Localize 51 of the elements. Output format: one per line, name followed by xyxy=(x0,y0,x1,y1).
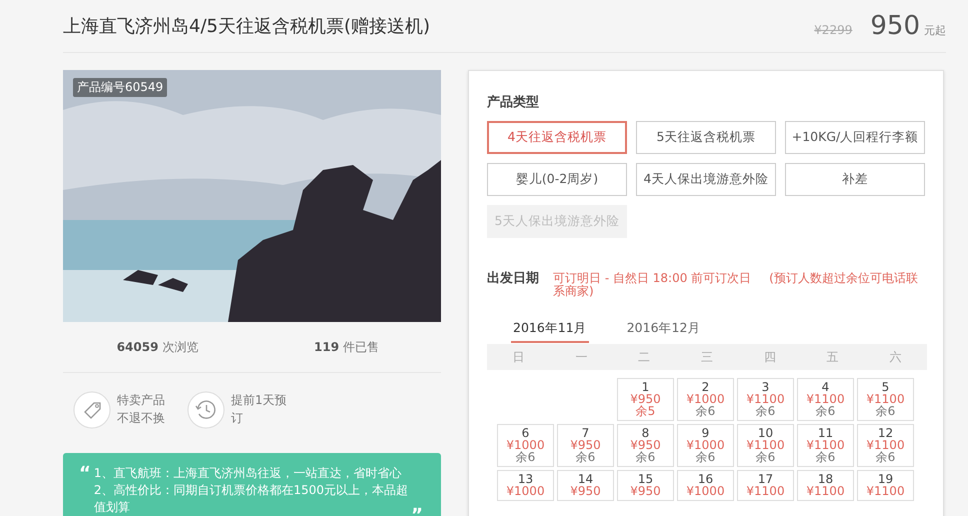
weekday-label: 二 xyxy=(637,348,652,366)
calendar-day[interactable]: 3 ¥1100 余6 xyxy=(737,378,794,421)
price: 950 xyxy=(870,11,920,41)
weekday-label: 四 xyxy=(762,348,777,366)
weekday-label: 三 xyxy=(700,348,714,366)
feature-text: 特卖产品 不退不换 xyxy=(117,392,165,427)
section-label: 出发日期 xyxy=(487,272,539,285)
clock-icon xyxy=(187,391,225,429)
calendar-day[interactable]: 18 ¥1100 xyxy=(797,470,854,501)
calendar-day[interactable]: 12 ¥1100 余6 xyxy=(857,424,914,467)
calendar-day[interactable]: 16 ¥1000 xyxy=(677,470,734,501)
calendar-day[interactable]: 2 ¥1000 余6 xyxy=(677,378,734,421)
calendar-day[interactable]: 9 ¥1000 余6 xyxy=(677,424,734,467)
product-code: 产品编号60549 xyxy=(73,78,168,97)
calendar-day[interactable]: 6 ¥1000 余6 xyxy=(497,424,554,467)
calendar-day[interactable]: 5 ¥1100 余6 xyxy=(857,378,914,421)
month-tab[interactable]: 2016年12月 xyxy=(624,318,702,343)
calendar-day[interactable]: 4 ¥1100 余6 xyxy=(797,378,854,421)
calendar-day[interactable]: 17 ¥1100 xyxy=(737,470,794,501)
highlight-text: 2、高性价比：同期自订机票价格都在1500元以上，本品超值划算 xyxy=(94,482,410,516)
calendar-day[interactable]: 10 ¥1100 余6 xyxy=(737,424,794,467)
booking-notice: 可订明日 - 自然日 18:00 前可订次日 (预订人数超过余位可电话联系商家) xyxy=(553,272,919,298)
weekday-label: 五 xyxy=(826,348,840,366)
calendar-day[interactable]: 19 ¥1100 xyxy=(857,470,914,501)
product-type-option[interactable]: 5天往返含税机票 xyxy=(636,121,776,154)
product-type-option[interactable]: 补差 xyxy=(785,163,925,196)
product-type-option[interactable]: 4天往返含税机票 xyxy=(487,121,627,154)
weekday-label: 六 xyxy=(888,348,903,366)
calendar-day[interactable]: 13 ¥1000 xyxy=(497,470,554,501)
calendar-day[interactable]: 1 ¥950 余5 xyxy=(617,378,674,421)
calendar-day[interactable]: 15 ¥950 xyxy=(617,470,674,501)
weekday-label: 日 xyxy=(511,348,526,366)
section-label: 产品类型 xyxy=(487,94,540,111)
calendar-day[interactable]: 11 ¥1100 余6 xyxy=(797,424,854,467)
product-type-option[interactable]: 婴儿(0-2周岁) xyxy=(487,163,627,196)
product-type-option[interactable]: +10KG/人回程行李额 xyxy=(785,121,925,154)
quote-mark: ” xyxy=(411,505,423,516)
product-title: 上海直飞济州岛4/5天往返含税机票(赠接送机) xyxy=(63,15,430,38)
stat-text: 64059 次浏览 xyxy=(116,338,200,356)
calendar-day[interactable]: 8 ¥950 余6 xyxy=(617,424,674,467)
weekday-label: 一 xyxy=(574,348,588,366)
product-type-option[interactable]: 4天人保出境游意外险 xyxy=(636,163,776,196)
original-price: ¥2299 xyxy=(814,23,852,37)
calendar-day[interactable]: 7 ¥950 余6 xyxy=(557,424,614,467)
feature-text: 提前1天预 订 xyxy=(231,392,287,427)
stat-text: 119 件已售 xyxy=(313,338,380,356)
quote-mark: “ xyxy=(79,465,91,486)
price-suffix: 元起 xyxy=(924,23,946,38)
calendar-day[interactable]: 14 ¥950 xyxy=(557,470,614,501)
tag-icon xyxy=(73,391,111,429)
highlight-text: 1、直飞航班：上海直飞济州岛往返，一站直达，省时省心 xyxy=(94,465,402,482)
